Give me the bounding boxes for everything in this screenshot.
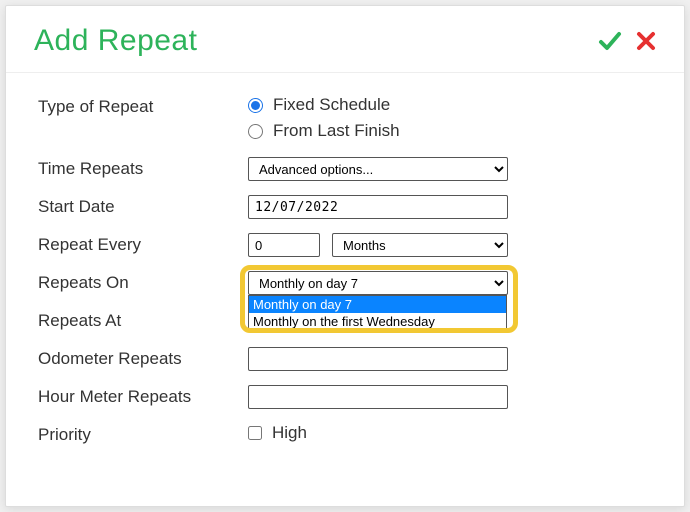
- checkbox-high-priority[interactable]: High: [248, 423, 652, 443]
- add-repeat-modal: Add Repeat Type of Repeat Fixed Schedule…: [5, 5, 685, 507]
- modal-body: Type of Repeat Fixed Schedule From Last …: [6, 73, 684, 469]
- row-type-of-repeat: Type of Repeat Fixed Schedule From Last …: [38, 95, 652, 141]
- radio-from-last-finish[interactable]: From Last Finish: [248, 121, 652, 141]
- input-hour-meter-repeats[interactable]: [248, 385, 508, 409]
- checkbox-high-priority-input[interactable]: [248, 426, 262, 440]
- radio-fixed-schedule[interactable]: Fixed Schedule: [248, 95, 652, 115]
- label-start-date: Start Date: [38, 195, 248, 217]
- dropdown-option-first-wed[interactable]: Monthly on the first Wednesday: [249, 313, 506, 330]
- select-repeat-every-unit[interactable]: Months: [332, 233, 508, 257]
- select-time-repeats[interactable]: Advanced options...: [248, 157, 508, 181]
- checkbox-high-priority-label: High: [272, 423, 307, 443]
- label-odometer-repeats: Odometer Repeats: [38, 347, 248, 369]
- dropdown-repeats-on: Monthly on day 7 Monthly on the first We…: [248, 295, 507, 331]
- input-start-date[interactable]: [248, 195, 508, 219]
- select-repeats-on[interactable]: Monthly on day 7: [248, 271, 508, 295]
- row-odometer-repeats: Odometer Repeats: [38, 347, 652, 371]
- input-odometer-repeats[interactable]: [248, 347, 508, 371]
- label-repeats-on: Repeats On: [38, 271, 248, 293]
- confirm-button[interactable]: [598, 29, 622, 53]
- check-icon: [598, 29, 622, 53]
- row-time-repeats: Time Repeats Advanced options...: [38, 157, 652, 181]
- modal-title: Add Repeat: [34, 24, 197, 58]
- row-hour-meter-repeats: Hour Meter Repeats: [38, 385, 652, 409]
- close-icon: [636, 31, 656, 51]
- radio-fixed-schedule-input[interactable]: [248, 98, 263, 113]
- radio-fixed-schedule-label: Fixed Schedule: [273, 95, 390, 115]
- header-actions: [598, 29, 656, 53]
- radio-from-last-finish-input[interactable]: [248, 124, 263, 139]
- cancel-button[interactable]: [636, 31, 656, 51]
- row-repeats-on: Repeats On Monthly on day 7 Monthly on d…: [38, 271, 652, 295]
- label-hour-meter-repeats: Hour Meter Repeats: [38, 385, 248, 407]
- dropdown-option-day7[interactable]: Monthly on day 7: [249, 296, 506, 313]
- row-start-date: Start Date: [38, 195, 652, 219]
- row-repeat-every: Repeat Every Months: [38, 233, 652, 257]
- modal-header: Add Repeat: [6, 6, 684, 73]
- row-priority: Priority High: [38, 423, 652, 445]
- radio-from-last-finish-label: From Last Finish: [273, 121, 400, 141]
- label-priority: Priority: [38, 423, 248, 445]
- input-repeat-every-num[interactable]: [248, 233, 320, 257]
- label-repeats-at: Repeats At: [38, 309, 248, 331]
- label-time-repeats: Time Repeats: [38, 157, 248, 179]
- label-type-of-repeat: Type of Repeat: [38, 95, 248, 117]
- label-repeat-every: Repeat Every: [38, 233, 248, 255]
